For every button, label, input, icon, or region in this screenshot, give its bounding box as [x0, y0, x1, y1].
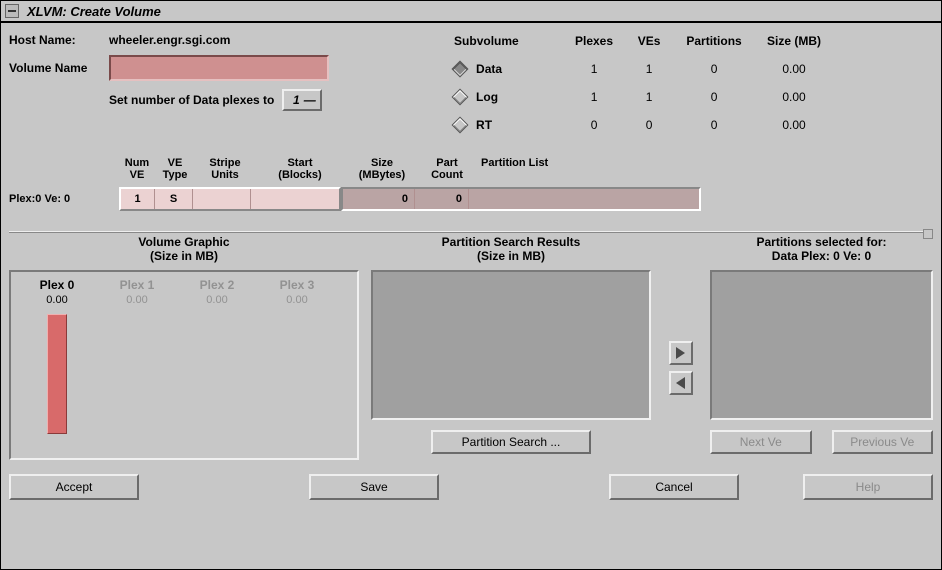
next-ve-button[interactable]: Next Ve — [710, 430, 812, 454]
cancel-button[interactable]: Cancel — [609, 474, 739, 500]
radio-icon[interactable] — [452, 61, 469, 78]
cell-partition-list — [469, 189, 699, 209]
add-partition-button[interactable] — [669, 341, 693, 365]
col-ves: VEs — [624, 34, 674, 48]
plex-count-value: 1 — [293, 93, 300, 107]
subvolume-row-log[interactable]: Log 1 1 0 0.00 — [454, 83, 933, 111]
ve-row-label: Plex:0 Ve: 0 — [9, 187, 119, 211]
plex-count-label: Set number of Data plexes to — [109, 93, 274, 107]
col-partitions: Partitions — [674, 34, 754, 48]
previous-ve-button[interactable]: Previous Ve — [832, 430, 934, 454]
ve-row[interactable]: Plex:0 Ve: 0 1 S 0 0 — [9, 187, 933, 211]
radio-icon[interactable] — [452, 117, 469, 134]
titlebar[interactable]: XLVM: Create Volume — [1, 1, 941, 23]
search-results-list[interactable] — [371, 270, 651, 420]
plex-bar-0 — [47, 314, 67, 434]
subvolume-table: Subvolume Plexes VEs Partitions Size (MB… — [454, 27, 933, 139]
cell-stripe-units[interactable] — [193, 189, 251, 209]
subvolume-row-data[interactable]: Data 1 1 0 0.00 — [454, 55, 933, 83]
remove-partition-button[interactable] — [669, 371, 693, 395]
col-size: Size (MB) — [754, 34, 834, 48]
col-plexes: Plexes — [564, 34, 624, 48]
arrow-left-icon — [676, 377, 685, 389]
volume-graphic-box: Plex 0 0.00 Plex 1 0.00 Plex 2 0.00 Plex… — [9, 270, 359, 460]
volume-graphic-title: Volume Graphic(Size in MB) — [9, 235, 359, 264]
help-button[interactable]: Help — [803, 474, 933, 500]
host-name-label: Host Name: — [9, 33, 109, 47]
accept-button[interactable]: Accept — [9, 474, 139, 500]
selected-partitions-list[interactable] — [710, 270, 933, 420]
cell-num-ve[interactable]: 1 — [121, 189, 155, 209]
cell-size-mb: 0 — [343, 189, 415, 209]
divider — [9, 231, 933, 233]
subvolume-row-rt[interactable]: RT 0 0 0 0.00 — [454, 111, 933, 139]
plex-col-2: Plex 2 0.00 — [177, 278, 257, 452]
window-title: XLVM: Create Volume — [27, 4, 161, 19]
selected-title: Partitions selected for:Data Plex: 0 Ve:… — [710, 235, 933, 264]
save-button[interactable]: Save — [309, 474, 439, 500]
cell-part-count: 0 — [415, 189, 469, 209]
col-subvolume: Subvolume — [454, 34, 564, 48]
ve-grid-headers: Num VE VE Type Stripe Units Start (Block… — [9, 157, 933, 181]
cell-ve-type[interactable]: S — [155, 189, 193, 209]
create-volume-window: XLVM: Create Volume Host Name: wheeler.e… — [0, 0, 942, 570]
plex-col-1: Plex 1 0.00 — [97, 278, 177, 452]
volume-name-label: Volume Name — [9, 61, 109, 75]
arrow-right-icon — [676, 347, 685, 359]
plex-count-glyph: — — [304, 93, 316, 107]
client-area: Host Name: wheeler.engr.sgi.com Volume N… — [1, 23, 941, 569]
plex-col-3: Plex 3 0.00 — [257, 278, 337, 452]
volume-name-input[interactable] — [109, 55, 329, 81]
window-menu-icon[interactable] — [5, 4, 19, 18]
cell-start-blocks[interactable] — [251, 189, 339, 209]
search-title: Partition Search Results(Size in MB) — [371, 235, 651, 264]
plex-count-stepper[interactable]: 1 — — [282, 89, 322, 111]
radio-icon[interactable] — [452, 89, 469, 106]
host-name-value: wheeler.engr.sgi.com — [109, 33, 230, 47]
plex-col-0[interactable]: Plex 0 0.00 — [17, 278, 97, 452]
partition-search-button[interactable]: Partition Search ... — [431, 430, 591, 454]
